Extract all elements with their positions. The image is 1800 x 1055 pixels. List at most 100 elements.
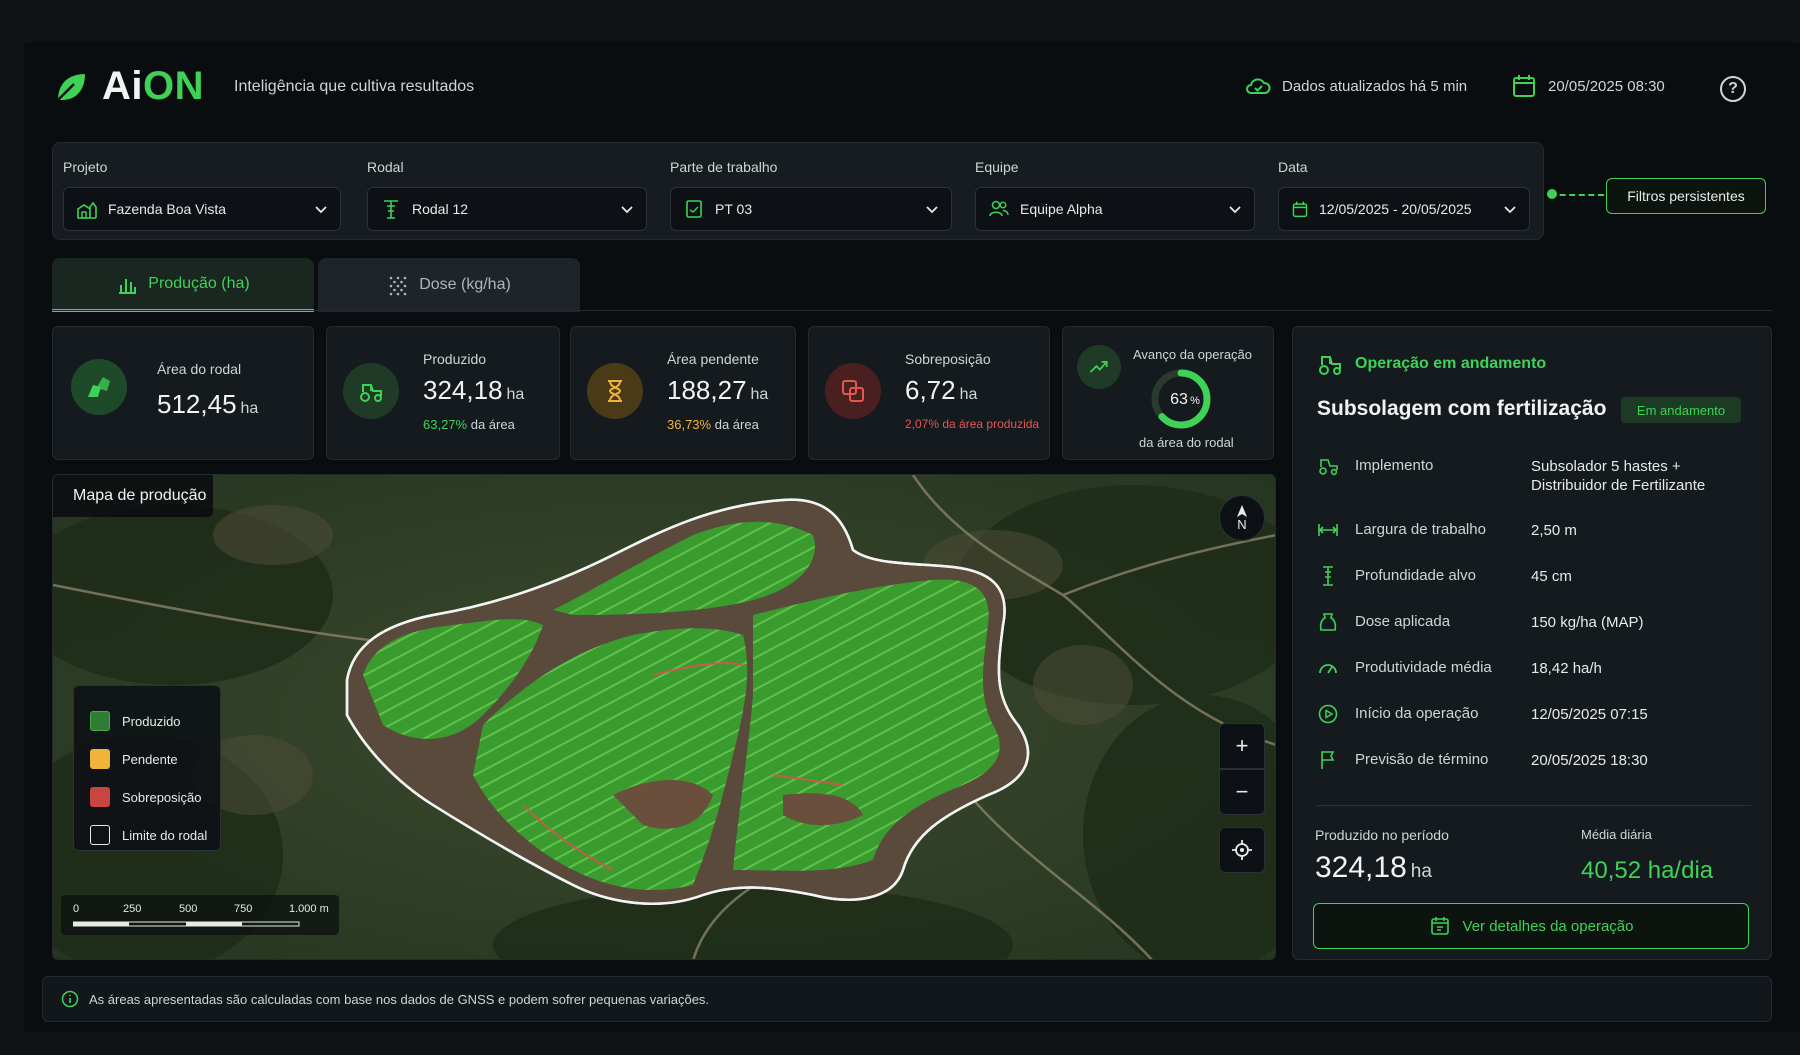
worksheet-select[interactable]: PT 03: [670, 187, 952, 231]
chevron-down-icon: [621, 206, 633, 214]
filter-value: Rodal 12: [412, 201, 469, 217]
chevron-down-icon: [926, 206, 938, 214]
depth-icon: [1323, 566, 1333, 586]
chevron-down-icon: [315, 206, 327, 214]
tab-label: Produção (ha): [148, 274, 250, 292]
chevron-down-icon: [1504, 206, 1516, 214]
scale-label: 750: [234, 903, 253, 915]
locate-button[interactable]: [1219, 827, 1265, 873]
filter-value: Equipe Alpha: [1020, 201, 1103, 217]
detail-label: Largura de trabalho: [1355, 521, 1486, 538]
details-button-label: Ver detalhes da operação: [1462, 917, 1634, 935]
dots-grid-icon: [389, 276, 407, 296]
kpi-avanco: Avanço da operação 63 % da área do rodal: [1062, 326, 1274, 460]
production-map[interactable]: Mapa de produção Produzido Pendente Sobr…: [52, 474, 1276, 960]
datetime-text: 20/05/2025 08:30: [1548, 77, 1665, 95]
app-window: AiON Inteligência que cultiva resultados…: [24, 42, 1800, 1032]
calendar-icon: [1513, 75, 1535, 97]
kpi-area-rodal: Área do rodal 512,45 ha: [52, 326, 314, 460]
filter-label: Parte de trabalho: [670, 159, 778, 175]
scale-ruler: [73, 921, 300, 927]
filter-projeto: Projeto Fazenda Boa Vista: [63, 159, 341, 231]
worksheet-icon: [686, 200, 702, 218]
kpi-sobreposicao: Sobreposição 6,72 ha 2,07% da área produz…: [808, 326, 1050, 460]
detail-value: Subsolador 5 hastes + Distribuidor de Fe…: [1531, 458, 1706, 494]
logo[interactable]: AiON: [54, 64, 204, 109]
filter-label: Equipe: [975, 159, 1019, 175]
north-arrow-icon: [1237, 504, 1247, 517]
progress-value: 63: [1170, 391, 1188, 408]
detail-value: 12/05/2025 07:15: [1531, 706, 1648, 723]
tab-dose[interactable]: Dose (kg/ha): [318, 258, 580, 312]
kpi-number: 512,45: [157, 389, 237, 419]
detail-value: 45 cm: [1531, 568, 1572, 585]
detail-row-implemento: Implemento Subsolador 5 hastes + Distrib…: [1317, 457, 1757, 497]
legend-swatch: [90, 711, 110, 731]
detail-value: 20/05/2025 18:30: [1531, 752, 1648, 769]
tab-producao[interactable]: Produção (ha): [52, 258, 314, 312]
kpi-label: Área pendente: [667, 351, 759, 367]
width-icon: [1318, 524, 1338, 536]
team-select[interactable]: Equipe Alpha: [975, 187, 1255, 231]
info-icon: [61, 990, 79, 1008]
kpi-label: Produzido: [423, 351, 487, 367]
kpi-sub: 36,73% da área: [667, 417, 759, 432]
kpi-value: 324,18 ha: [423, 375, 524, 406]
gauge-icon: [1319, 664, 1337, 674]
footer-note: As áreas apresentadas são calculadas com…: [42, 976, 1772, 1022]
panel-divider: [1317, 805, 1751, 806]
view-operation-details-button[interactable]: Ver detalhes da operação: [1313, 903, 1749, 949]
detail-label: Dose aplicada: [1355, 613, 1451, 630]
map-canvas[interactable]: [53, 475, 1276, 960]
legend-item-pendente: Pendente: [90, 740, 220, 778]
detail-value: 2,50 m: [1531, 522, 1577, 539]
trend-up-icon: [1077, 345, 1121, 389]
area-icon: [71, 359, 127, 415]
produced-label: Produzido no período: [1315, 827, 1449, 843]
kpi-pct: 36,73%: [667, 417, 712, 432]
bar-chart-icon: [119, 278, 137, 294]
zoom-in-button[interactable]: +: [1219, 723, 1265, 769]
detail-label: Implemento: [1355, 457, 1434, 474]
rodal-select[interactable]: Rodal 12: [367, 187, 647, 231]
tagline: Inteligência que cultiva resultados: [234, 78, 475, 95]
kpi-number: 6,72: [905, 375, 956, 405]
detail-value: 18,42 ha/h: [1531, 660, 1602, 677]
crosshair-icon: [1232, 840, 1252, 860]
tab-label: Dose (kg/ha): [419, 276, 511, 293]
status-badge: Em andamento: [1621, 397, 1741, 423]
chevron-down-icon: [1229, 206, 1241, 214]
kpi-label: Avanço da operação: [1133, 347, 1253, 362]
play-circle-icon: [1318, 704, 1338, 724]
project-select[interactable]: Fazenda Boa Vista: [63, 187, 341, 231]
north-compass[interactable]: N: [1219, 495, 1265, 541]
cloud-sync-icon: [1246, 78, 1271, 94]
detail-label: Profundidade alvo: [1355, 567, 1476, 584]
daily-label: Média diária: [1581, 827, 1652, 842]
kpi-produzido: Produzido 324,18 ha 63,27% da área: [326, 326, 560, 460]
kpi-pct: 63,27%: [423, 417, 468, 432]
map-legend: Produzido Pendente Sobreposição Limite d…: [73, 685, 221, 851]
kpi-unit: ha: [240, 400, 259, 417]
scale-label: 250: [123, 903, 142, 915]
north-label: N: [1237, 516, 1247, 532]
persistent-filters-button[interactable]: Filtros persistentes: [1606, 178, 1766, 214]
daily-value: 40,52 ha/dia: [1581, 857, 1714, 884]
filter-label: Rodal: [367, 159, 404, 175]
legend-label: Pendente: [122, 751, 178, 767]
date-range-select[interactable]: 12/05/2025 - 20/05/2025: [1278, 187, 1530, 231]
detail-value: 150 kg/ha (MAP): [1531, 614, 1644, 631]
panel-heading: Operação em andamento: [1317, 351, 1546, 377]
implement-icon: [1319, 459, 1338, 476]
legend-item-sobreposicao: Sobreposição: [90, 778, 220, 816]
zoom-out-button[interactable]: −: [1219, 769, 1265, 815]
filter-value: Fazenda Boa Vista: [108, 201, 227, 217]
brand-name: AiON: [102, 64, 204, 108]
kpi-area-pendente: Área pendente 188,27 ha 36,73% da área: [570, 326, 796, 460]
help-button[interactable]: ?: [1720, 76, 1746, 102]
kpi-suffix: da área: [714, 417, 759, 432]
detail-label: Previsão de término: [1355, 751, 1489, 768]
leaf-icon: [57, 73, 85, 101]
operation-panel: Operação em andamento Subsolagem com fer…: [1292, 326, 1772, 960]
scale-bar: 0 250 500 750 1.000 m: [61, 895, 339, 935]
